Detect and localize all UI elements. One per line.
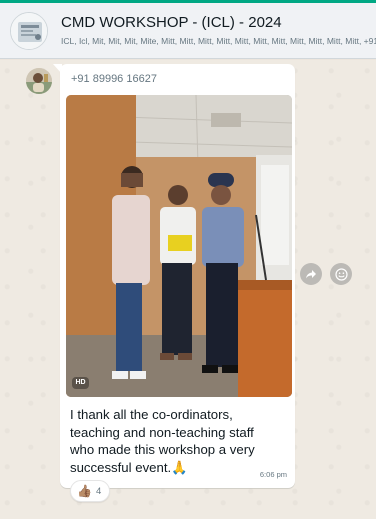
caption-line: successful event.🙏 [70, 459, 188, 475]
workshop-photo [66, 95, 292, 397]
hd-badge: HD [72, 377, 89, 389]
message-caption: I thank all the co-ordinators, teaching … [70, 406, 290, 476]
emoji-icon [334, 267, 348, 281]
thumbs-up-reaction: 👍🏽 [77, 484, 92, 498]
emoji-reaction-button[interactable] [330, 263, 352, 285]
forward-icon [306, 270, 316, 279]
caption-line: who made this workshop a very [70, 442, 255, 457]
sender-phone-number[interactable]: +91 89996 16627 [71, 73, 157, 85]
group-title[interactable]: CMD WORKSHOP - (ICL) - 2024 [61, 14, 282, 31]
message-image[interactable]: HD [66, 95, 292, 397]
chat-area: +91 89996 16627 HD I thank all the co-or… [0, 60, 376, 519]
caption-line: I thank all the co-ordinators, [70, 407, 233, 422]
sender-avatar[interactable] [26, 68, 52, 94]
group-logo-image [11, 13, 47, 49]
reaction-pill[interactable]: 👍🏽 4 [70, 480, 111, 502]
message-time: 6:06 pm [259, 470, 287, 479]
reaction-count: 4 [95, 485, 102, 497]
sender-photo [26, 68, 52, 94]
group-avatar[interactable] [10, 12, 48, 50]
chat-header[interactable]: CMD WORKSHOP - (ICL) - 2024 ICL, Icl, Mi… [0, 3, 376, 59]
message-bubble[interactable]: +91 89996 16627 HD I thank all the co-or… [60, 64, 295, 488]
forward-button[interactable] [300, 263, 322, 285]
group-members-list[interactable]: ICL, Icl, Mit, Mit, Mit, Mite, Mitt, Mit… [61, 36, 376, 46]
caption-line: teaching and non-teaching staff [70, 424, 254, 440]
